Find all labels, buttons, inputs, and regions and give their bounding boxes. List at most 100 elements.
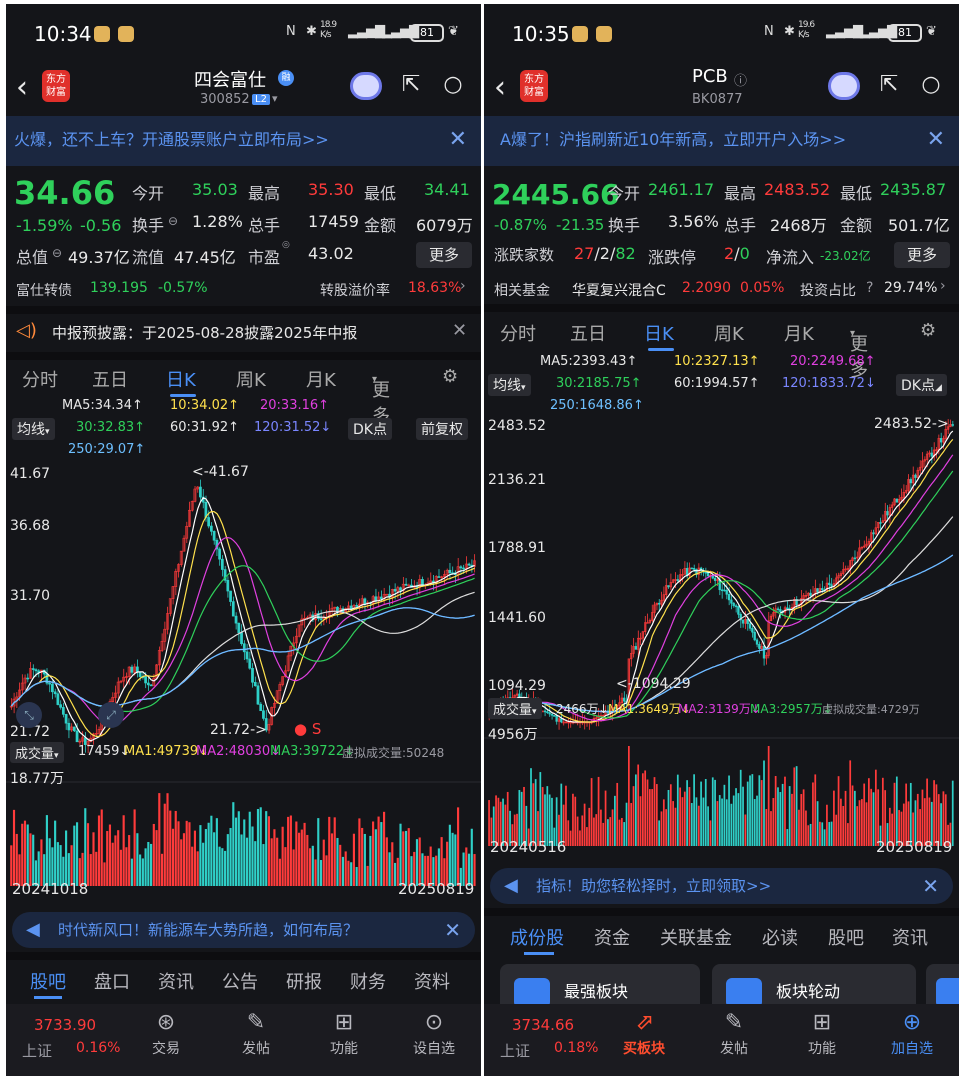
search-icon[interactable]: ○ [438, 72, 468, 102]
tab-five-day[interactable]: 五日 [570, 320, 606, 346]
promo-bar[interactable]: ◀ 时代新风口！新能源车大势所趋，如何布局？ ✕ [12, 912, 475, 948]
tab-constituents[interactable]: 成份股 [510, 924, 564, 950]
volume-bar [786, 829, 789, 846]
tab-capital[interactable]: 资金 [594, 924, 630, 950]
nav-buy-sector[interactable]: ⬀ 买板块 [614, 1010, 674, 1058]
assistant-robot-icon[interactable] [828, 72, 860, 100]
assistant-robot-icon[interactable] [350, 72, 382, 100]
gear-icon[interactable]: ⚙ [920, 320, 936, 341]
volume-bar [746, 781, 749, 846]
ma-type-select[interactable]: 均线▾ [12, 418, 55, 440]
nav-add-watchlist[interactable]: ⊙ 设自选 [404, 1010, 464, 1058]
volume-bar [221, 848, 224, 886]
volume-bar [163, 803, 166, 886]
close-icon[interactable]: ✕ [449, 116, 467, 164]
promo-bar[interactable]: ◀ 指标！助您轻松择时，立即领取>> ✕ [490, 868, 953, 904]
tab-five-day[interactable]: 五日 [92, 366, 128, 392]
tab-announcement[interactable]: 公告 [222, 968, 258, 994]
dk-point-button[interactable]: DK点 [348, 418, 392, 440]
l2-badge[interactable]: L2 [252, 94, 270, 105]
kline-chart[interactable]: MA5:34.34↑ 10:34.02↑ 20:33.16↑ 均线▾ 30:32… [6, 396, 481, 886]
gear-icon[interactable]: ⚙ [442, 366, 458, 387]
search-icon[interactable]: ○ [916, 72, 946, 102]
promo-banner[interactable]: A爆了！沪指刷新近10年新高，立即开户入场>> ✕ [484, 116, 959, 166]
volume-bar [402, 831, 405, 886]
tab-daily-k[interactable]: 日K [644, 320, 674, 346]
close-icon[interactable]: ✕ [927, 116, 945, 164]
adjust-button[interactable]: 前复权 [416, 418, 468, 440]
tab-weekly-k[interactable]: 周K [236, 366, 266, 392]
card-next[interactable] [926, 964, 959, 1008]
close-icon[interactable]: ✕ [452, 320, 467, 341]
volume-bar [576, 816, 579, 846]
indicator-select[interactable]: 成交量▾ [10, 742, 64, 763]
more-button[interactable]: 更多 [416, 242, 472, 268]
promo-banner[interactable]: 火爆，还不上车？开通股票账户立即布局>> ✕ [6, 116, 481, 166]
card-strongest-sector[interactable]: 最强板块 [500, 964, 700, 1008]
kline-candle [64, 713, 68, 730]
collapse-icon[interactable]: ⤡ [16, 702, 42, 728]
nav-trade[interactable]: ⊛ 交易 [136, 1010, 196, 1058]
tab-daily-k[interactable]: 日K [166, 366, 196, 392]
info-icon[interactable]: ⓘ [734, 70, 747, 89]
tab-guba[interactable]: 股吧 [828, 924, 864, 950]
info-icon[interactable]: ⊖ [168, 214, 178, 228]
tab-research[interactable]: 研报 [286, 968, 322, 994]
tab-weekly-k[interactable]: 周K [714, 320, 744, 346]
volume-bar [590, 778, 593, 846]
share-icon[interactable]: ⇱ [396, 72, 426, 102]
tab-more[interactable]: 更多 ▾ [372, 366, 390, 427]
tab-news[interactable]: 资讯 [158, 968, 194, 994]
kline-candle [116, 677, 120, 699]
tab-more[interactable]: 更多 ▾ [850, 320, 868, 381]
card-sector-rotation[interactable]: 板块轮动 [712, 964, 916, 1008]
more-button[interactable]: 更多 [894, 242, 950, 268]
help-icon[interactable]: ? [866, 280, 873, 296]
tab-intraday[interactable]: 分时 [500, 320, 536, 346]
info-icon[interactable]: ◎ [282, 240, 290, 250]
related-fund-row[interactable]: 相关基金 华夏复兴混合C 2.2090 0.05% 投资占比 ? 29.74% … [484, 274, 959, 304]
tab-guba[interactable]: 股吧 [30, 968, 66, 994]
tab-related-funds[interactable]: 关联基金 [660, 924, 732, 950]
nav-functions[interactable]: ⊞ 功能 [792, 1010, 852, 1058]
info-icon[interactable]: ⊖ [52, 246, 62, 260]
volume-bar [826, 804, 828, 846]
tab-finance[interactable]: 财务 [350, 968, 386, 994]
volume-bar [185, 820, 188, 886]
tab-pankou[interactable]: 盘口 [94, 968, 130, 994]
volume-bar [751, 774, 754, 846]
dk-point-button[interactable]: DK点◢ [896, 374, 947, 396]
kline-candle [174, 568, 178, 596]
back-icon[interactable]: ‹ [16, 70, 28, 105]
tab-must-read[interactable]: 必读 [762, 924, 798, 950]
bottom-nav: 3733.90 上证 0.16% ⊛ 交易 ✎ 发帖 ⊞ 功能 ⊙ 设自选 [6, 1004, 481, 1076]
nav-post[interactable]: ✎ 发帖 [704, 1010, 764, 1058]
volume-bar [119, 849, 122, 886]
tab-monthly-k[interactable]: 月K [784, 320, 814, 346]
convertible-bond-row[interactable]: 富仕转债 139.195 -0.57% 转股溢价率 18.63% › [6, 274, 481, 304]
notice-row[interactable]: ◁) 中报预披露：于2025-08-28披露2025年中报 ✕ [6, 314, 481, 352]
close-icon[interactable]: ✕ [444, 912, 461, 948]
kline-candle [179, 550, 183, 567]
volume-bar [328, 816, 331, 886]
nav-post[interactable]: ✎ 发帖 [226, 1010, 286, 1058]
kline-chart[interactable]: MA5:2393.43↑ 10:2327.13↑ 20:2249.68↑ 均线▾… [484, 352, 959, 852]
share-icon[interactable]: ⇱ [874, 72, 904, 102]
kline-candle [874, 520, 878, 536]
volume-bar [758, 775, 761, 846]
volume-bar [234, 817, 238, 886]
close-icon[interactable]: ✕ [922, 868, 939, 904]
indicator-select[interactable]: 成交量▾ [488, 698, 542, 719]
tab-news[interactable]: 资讯 [892, 924, 928, 950]
ma-type-select[interactable]: 均线▾ [488, 374, 531, 396]
back-icon[interactable]: ‹ [494, 70, 506, 105]
tab-profile[interactable]: 资料 [414, 968, 450, 994]
tab-monthly-k[interactable]: 月K [306, 366, 336, 392]
nav-functions[interactable]: ⊞ 功能 [314, 1010, 374, 1058]
chevron-right-icon: › [460, 278, 466, 294]
tab-intraday[interactable]: 分时 [22, 366, 58, 392]
nav-add-watchlist[interactable]: ⊕ 加自选 [882, 1010, 942, 1058]
index-value[interactable]: 3734.66 [512, 1016, 574, 1034]
index-value[interactable]: 3733.90 [34, 1016, 96, 1034]
expand-icon[interactable]: ⤢ [98, 702, 124, 728]
